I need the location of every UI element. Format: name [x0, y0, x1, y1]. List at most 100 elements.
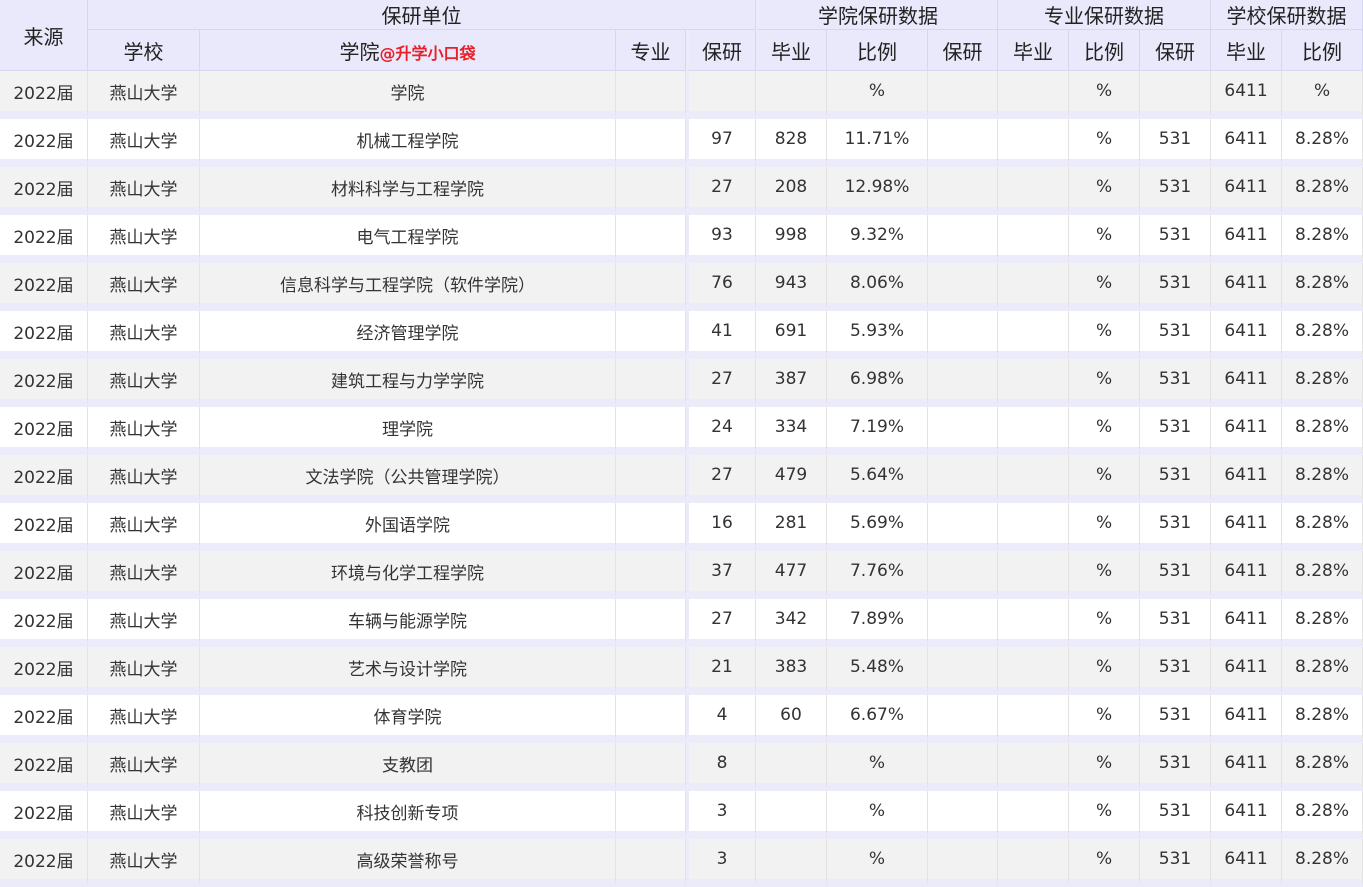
table-row: 2022届 燕山大学 文法学院（公共管理学院） 27 479 5.64%% 531 6411 8… [0, 455, 1363, 503]
cell-major-baoyan [928, 359, 999, 407]
cell-school-baoyan: 531 [1140, 743, 1212, 791]
cell-college: 建筑工程与力学学院 [200, 359, 616, 407]
cell-major-ratio: % [1069, 71, 1141, 119]
cell-source: 2022届 [0, 647, 88, 695]
cell-college-ratio: 6.98% [827, 359, 928, 407]
cell-college-graduates: 387 [756, 359, 827, 407]
cell-school-baoyan: 531 [1140, 263, 1212, 311]
cell-college-graduates: 998 [756, 215, 827, 263]
header-major-baoyan: 保研 [928, 30, 999, 71]
cell-college: 学院 [200, 71, 616, 119]
cell-college: 信息科学与工程学院（软件学院） [200, 263, 616, 311]
cell-college-baoyan: 21 [686, 647, 756, 695]
header-major-graduates: 毕业 [998, 30, 1070, 71]
cell-major [616, 647, 686, 695]
cell-source: 2022届 [0, 791, 88, 839]
cell-college-baoyan: 37 [686, 551, 756, 599]
table-row: 2022届 燕山大学 支教团 8%% 531 6411 8.28% [0, 743, 1363, 791]
cell-college-graduates: 477 [756, 551, 827, 599]
postgrad-recommendation-table: 来源 保研单位 学院保研数据 专业保研数据 学校保研数据 学校 学院@升学小口袋… [0, 0, 1363, 887]
cell-major-graduates [998, 503, 1070, 551]
cell-major-baoyan [928, 263, 999, 311]
cell-college-baoyan [686, 71, 756, 119]
cell-major [616, 839, 686, 887]
cell-major [616, 791, 686, 839]
cell-major [616, 503, 686, 551]
cell-source: 2022届 [0, 551, 88, 599]
cell-school-ratio: 8.28% [1282, 551, 1363, 599]
cell-school-baoyan: 531 [1140, 359, 1212, 407]
cell-school-baoyan: 531 [1140, 839, 1212, 887]
table-row: 2022届 燕山大学 建筑工程与力学学院 27 387 6.98%% 531 6411 8.28… [0, 359, 1363, 407]
cell-school-ratio: 8.28% [1282, 791, 1363, 839]
cell-major-baoyan [928, 791, 999, 839]
cell-college: 机械工程学院 [200, 119, 616, 167]
cell-school: 燕山大学 [88, 215, 200, 263]
cell-college-ratio: % [827, 743, 928, 791]
header-major: 专业 [616, 30, 686, 71]
cell-college-graduates: 334 [756, 407, 827, 455]
cell-college-ratio: 5.48% [827, 647, 928, 695]
cell-college-graduates [756, 71, 827, 119]
cell-school-baoyan: 531 [1140, 599, 1212, 647]
cell-college-graduates [756, 743, 827, 791]
cell-school-graduates: 6411 [1211, 791, 1283, 839]
cell-school-ratio: 8.28% [1282, 359, 1363, 407]
table-body: 2022届 燕山大学 学院%% 6411% 2022届 燕山大学 机械工程学院 97 828 11… [0, 71, 1363, 887]
header-college-label: 学院 [339, 39, 380, 64]
cell-college-graduates [756, 791, 827, 839]
cell-major-graduates [998, 407, 1070, 455]
header-college-ratio: 比例 [827, 30, 928, 71]
cell-major-baoyan [928, 71, 999, 119]
table-row: 2022届 燕山大学 车辆与能源学院 27 342 7.89%% 531 6411 8.28% [0, 599, 1363, 647]
cell-school-baoyan: 531 [1140, 647, 1212, 695]
cell-major-graduates [998, 215, 1070, 263]
cell-major-graduates [998, 743, 1070, 791]
header-college: 学院@升学小口袋 [200, 30, 616, 71]
cell-major [616, 263, 686, 311]
cell-college-baoyan: 97 [686, 119, 756, 167]
cell-major-graduates [998, 695, 1070, 743]
cell-college-baoyan: 3 [686, 791, 756, 839]
cell-college-baoyan: 4 [686, 695, 756, 743]
cell-school-ratio: 8.28% [1282, 119, 1363, 167]
cell-school-ratio: 8.28% [1282, 311, 1363, 359]
cell-school: 燕山大学 [88, 551, 200, 599]
cell-source: 2022届 [0, 407, 88, 455]
cell-school: 燕山大学 [88, 71, 200, 119]
cell-school: 燕山大学 [88, 695, 200, 743]
cell-school: 燕山大学 [88, 503, 200, 551]
cell-college-ratio: 11.71% [827, 119, 928, 167]
cell-source: 2022届 [0, 359, 88, 407]
cell-school-graduates: 6411 [1211, 551, 1283, 599]
cell-source: 2022届 [0, 71, 88, 119]
cell-college-baoyan: 93 [686, 215, 756, 263]
cell-college-baoyan: 27 [686, 167, 756, 215]
cell-major-graduates [998, 311, 1070, 359]
cell-college-ratio: % [827, 71, 928, 119]
cell-school-graduates: 6411 [1211, 503, 1283, 551]
cell-college-baoyan: 27 [686, 455, 756, 503]
cell-school-graduates: 6411 [1211, 359, 1283, 407]
cell-major-baoyan [928, 695, 999, 743]
cell-major-ratio: % [1069, 503, 1141, 551]
cell-school-ratio: 8.28% [1282, 263, 1363, 311]
cell-college: 文法学院（公共管理学院） [200, 455, 616, 503]
cell-major [616, 455, 686, 503]
cell-college-ratio: 7.89% [827, 599, 928, 647]
table-row: 2022届 燕山大学 电气工程学院 93 998 9.32%% 531 6411 8.28% [0, 215, 1363, 263]
cell-college: 经济管理学院 [200, 311, 616, 359]
cell-major-ratio: % [1069, 263, 1141, 311]
cell-college: 车辆与能源学院 [200, 599, 616, 647]
cell-college-baoyan: 41 [686, 311, 756, 359]
cell-college: 电气工程学院 [200, 215, 616, 263]
cell-major-baoyan [928, 599, 999, 647]
cell-college-ratio: 7.76% [827, 551, 928, 599]
cell-major-ratio: % [1069, 647, 1141, 695]
cell-major-baoyan [928, 167, 999, 215]
cell-source: 2022届 [0, 743, 88, 791]
cell-college: 科技创新专项 [200, 791, 616, 839]
cell-major [616, 599, 686, 647]
cell-major-baoyan [928, 743, 999, 791]
cell-school-graduates: 6411 [1211, 311, 1283, 359]
